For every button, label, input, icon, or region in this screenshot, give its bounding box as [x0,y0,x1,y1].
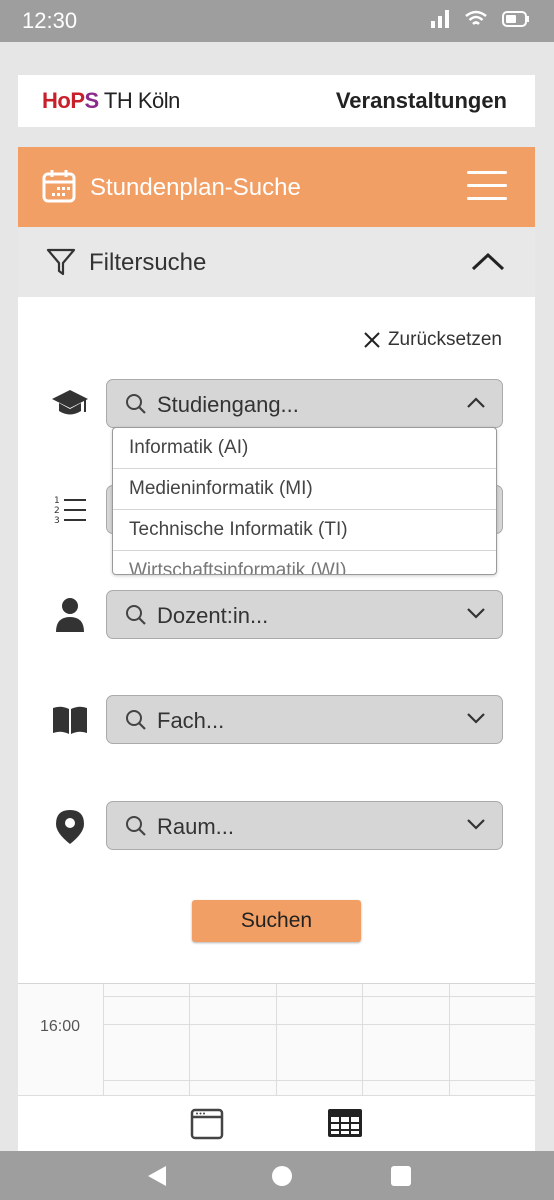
chevron-up-icon [467,397,485,408]
system-nav-bar [0,1151,554,1200]
back-icon[interactable] [146,1164,168,1188]
svg-text:1: 1 [54,496,60,506]
toolbar: Stundenplan-Suche [18,147,535,227]
calendar-icon [42,170,76,203]
graduation-cap-icon [50,384,90,424]
studiengang-dropdown: Informatik (AI) Medieninformatik (MI) Te… [112,427,497,575]
page-title: Veranstaltungen [335,88,507,113]
dropdown-option[interactable]: Technische Informatik (TI) [113,510,496,551]
filter-panel: Zurücksetzen Studiengang... 1 2 3 Dozent… [18,297,535,983]
time-label: 16:00 [40,1018,81,1035]
dropdown-option[interactable]: Wirtschaftsinformatik (WI) [113,551,496,574]
chevron-down-icon [467,713,485,724]
dozent-select[interactable]: Dozent:in... [106,590,503,639]
wifi-icon [465,10,487,25]
bottom-tab-bar [18,1095,535,1151]
status-time: 12:30 [22,8,78,33]
reset-label: Zurücksetzen [387,329,502,350]
fach-placeholder: Fach... [157,708,225,733]
search-icon [126,394,146,414]
chevron-down-icon [467,608,485,619]
home-icon[interactable] [271,1165,293,1187]
recents-icon[interactable] [390,1165,412,1187]
fach-select[interactable]: Fach... [106,695,503,744]
chevron-up-icon[interactable] [471,251,505,271]
status-icons [430,10,530,28]
search-icon [126,710,146,730]
location-pin-icon [50,807,90,847]
search-icon [126,816,146,836]
raum-select[interactable]: Raum... [106,801,503,850]
battery-icon [502,11,529,27]
hops-logo[interactable]: HoPS TH Köln [42,88,180,114]
raum-placeholder: Raum... [157,814,235,839]
timetable: 16:00 [18,983,535,1096]
dropdown-option[interactable]: Medieninformatik (MI) [113,469,496,510]
filter-header[interactable]: Filtersuche [18,227,535,297]
window-icon[interactable] [190,1108,224,1140]
search-icon [126,605,146,625]
dozent-placeholder: Dozent:in... [157,603,269,628]
book-icon [50,700,90,740]
studiengang-select[interactable]: Studiengang... [106,379,503,428]
close-icon [364,332,380,348]
reset-button[interactable]: Zurücksetzen [364,329,502,351]
svg-text:2: 2 [54,506,60,516]
studiengang-placeholder: Studiengang... [157,392,299,417]
svg-text:3: 3 [54,516,60,526]
signal-icon [431,10,449,28]
search-button[interactable]: Suchen [192,900,361,942]
toolbar-title: Stundenplan-Suche [90,174,301,201]
menu-icon[interactable] [467,171,507,201]
status-bar: 12:30 [0,0,554,42]
app-header: HoPS TH Köln Veranstaltungen [18,75,535,127]
table-icon[interactable] [327,1108,363,1138]
dropdown-option[interactable]: Informatik (AI) [113,428,496,469]
numbered-list-icon: 1 2 3 [50,490,90,530]
chevron-down-icon [467,819,485,830]
filter-icon [46,248,76,276]
filter-title: Filtersuche [89,249,207,276]
person-icon [50,595,90,635]
